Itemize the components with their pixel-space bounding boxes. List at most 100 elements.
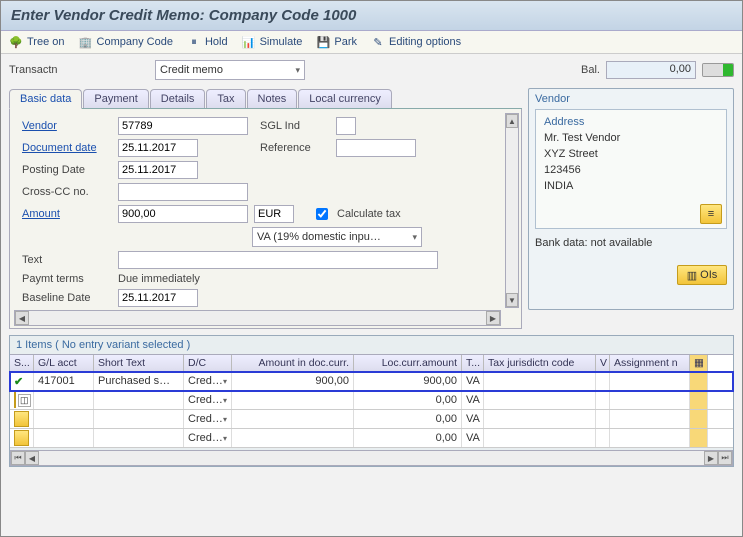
docdate-input[interactable]	[118, 139, 198, 157]
col-status[interactable]: S...	[10, 355, 34, 371]
short-text-cell[interactable]: Purchased s…	[94, 372, 184, 390]
grid-scroll-right-icon[interactable]: ▶	[704, 451, 718, 465]
short-text-cell[interactable]	[94, 429, 184, 447]
col-short-text[interactable]: Short Text	[94, 355, 184, 371]
address-detail-button[interactable]: ≡	[700, 204, 722, 224]
grid-scroll-left-icon[interactable]: ◀	[25, 451, 39, 465]
tax-cell[interactable]: VA	[462, 410, 484, 428]
tax-jur-cell[interactable]	[484, 429, 596, 447]
dc-cell[interactable]: Cred…▾	[184, 391, 232, 409]
park-button[interactable]: 💾 Park	[316, 35, 357, 49]
v-cell[interactable]	[596, 429, 610, 447]
row-status-cell[interactable]	[10, 410, 34, 428]
crosscc-input[interactable]	[118, 183, 248, 201]
scroll-up-icon[interactable]: ▲	[506, 114, 518, 128]
tree-on-button[interactable]: 🌳 Tree on	[9, 35, 65, 49]
tax-jur-cell[interactable]	[484, 391, 596, 409]
amount-doc-cell[interactable]	[232, 410, 354, 428]
col-dc[interactable]: D/C	[184, 355, 232, 371]
row-status-cell[interactable]: ✔	[10, 372, 34, 390]
row-select-button[interactable]	[14, 411, 29, 427]
col-gl-acct[interactable]: G/L acct	[34, 355, 94, 371]
editing-options-button[interactable]: ✎ Editing options	[371, 35, 461, 49]
col-amount-doc[interactable]: Amount in doc.curr.	[232, 355, 354, 371]
col-assignment[interactable]: Assignment n	[610, 355, 690, 371]
vendor-input[interactable]	[118, 117, 248, 135]
table-row[interactable]: Cred…▾ 0,00VA	[10, 410, 733, 429]
col-loc-amount[interactable]: Loc.curr.amount	[354, 355, 462, 371]
simulate-button[interactable]: 📊 Simulate	[242, 35, 303, 49]
tab-horizontal-scrollbar[interactable]: ◀ ▶	[14, 310, 501, 326]
scroll-left-icon[interactable]: ◀	[15, 311, 29, 325]
tab-tax[interactable]: Tax	[206, 89, 245, 108]
table-row[interactable]: Cred…▾0,00VA	[10, 429, 733, 448]
amount-input[interactable]	[118, 205, 248, 223]
row-select-button[interactable]	[14, 392, 16, 408]
dc-cell[interactable]: Cred…▾	[184, 410, 232, 428]
col-config-button[interactable]: ▦	[690, 355, 708, 371]
chevron-down-icon[interactable]: ▾	[223, 434, 227, 443]
tab-details[interactable]: Details	[150, 89, 206, 108]
gl-acct-cell[interactable]	[34, 391, 94, 409]
tab-payment[interactable]: Payment	[83, 89, 148, 108]
tax-cell[interactable]: VA	[462, 372, 484, 390]
loc-amount-cell[interactable]: 900,00	[354, 372, 462, 390]
v-cell[interactable]	[596, 410, 610, 428]
col-tax[interactable]: T...	[462, 355, 484, 371]
hold-button[interactable]: ⏸ Hold	[187, 35, 228, 49]
chevron-down-icon[interactable]: ▾	[223, 415, 227, 424]
value-help-icon[interactable]: ◫	[18, 394, 31, 407]
chevron-down-icon[interactable]: ▾	[223, 377, 227, 386]
docdate-label[interactable]: Document date	[22, 142, 112, 154]
dc-cell[interactable]: Cred…▾	[184, 372, 232, 390]
amount-doc-cell[interactable]: 900,00	[232, 372, 354, 390]
short-text-cell[interactable]	[94, 410, 184, 428]
tax-cell[interactable]: VA	[462, 429, 484, 447]
text-input[interactable]	[118, 251, 438, 269]
scroll-right-icon[interactable]: ▶	[486, 311, 500, 325]
vendor-label[interactable]: Vendor	[22, 120, 112, 132]
calculate-tax-checkbox[interactable]	[316, 208, 328, 220]
tax-code-dropdown[interactable]: VA (19% domestic inpu…	[252, 227, 422, 247]
postdate-input[interactable]	[118, 161, 198, 179]
amount-label[interactable]: Amount	[22, 208, 112, 220]
tab-vertical-scrollbar[interactable]: ▲ ▼	[505, 113, 519, 308]
v-cell[interactable]	[596, 391, 610, 409]
baseline-date-input[interactable]	[118, 289, 198, 307]
gl-acct-cell[interactable]	[34, 429, 94, 447]
assignment-cell[interactable]	[610, 391, 690, 409]
tax-jur-cell[interactable]	[484, 372, 596, 390]
tab-local-currency[interactable]: Local currency	[298, 89, 392, 108]
tax-cell[interactable]: VA	[462, 391, 484, 409]
amount-doc-cell[interactable]	[232, 429, 354, 447]
amount-doc-cell[interactable]	[232, 391, 354, 409]
tab-basic-data[interactable]: Basic data	[9, 89, 82, 109]
grid-horizontal-scrollbar[interactable]: ⏮ ◀ ▶ ⏭	[10, 450, 733, 466]
row-select-button[interactable]	[14, 430, 29, 446]
table-row[interactable]: ✔417001Purchased s…Cred…▾900,00900,00VA	[10, 372, 733, 391]
currency-input[interactable]	[254, 205, 294, 223]
dc-cell[interactable]: Cred…▾	[184, 429, 232, 447]
loc-amount-cell[interactable]: 0,00	[354, 410, 462, 428]
company-code-button[interactable]: 🏢 Company Code	[79, 35, 173, 49]
chevron-down-icon[interactable]: ▾	[223, 396, 227, 405]
row-status-cell[interactable]: ◫	[10, 391, 34, 409]
transaction-dropdown[interactable]: Credit memo	[155, 60, 305, 80]
short-text-cell[interactable]	[94, 391, 184, 409]
col-v[interactable]: V	[596, 355, 610, 371]
grid-scroll-first-icon[interactable]: ⏮	[11, 451, 25, 465]
ois-button[interactable]: ▥ OIs	[677, 265, 727, 285]
assignment-cell[interactable]	[610, 429, 690, 447]
gl-acct-cell[interactable]	[34, 410, 94, 428]
table-row[interactable]: ◫ Cred…▾ 0,00VA	[10, 391, 733, 410]
sgl-input[interactable]	[336, 117, 356, 135]
loc-amount-cell[interactable]: 0,00	[354, 391, 462, 409]
reference-input[interactable]	[336, 139, 416, 157]
tax-jur-cell[interactable]	[484, 410, 596, 428]
assignment-cell[interactable]	[610, 410, 690, 428]
assignment-cell[interactable]	[610, 372, 690, 390]
grid-scroll-last-icon[interactable]: ⏭	[718, 451, 732, 465]
tab-notes[interactable]: Notes	[247, 89, 298, 108]
gl-acct-cell[interactable]: 417001	[34, 372, 94, 390]
scroll-down-icon[interactable]: ▼	[506, 293, 518, 307]
